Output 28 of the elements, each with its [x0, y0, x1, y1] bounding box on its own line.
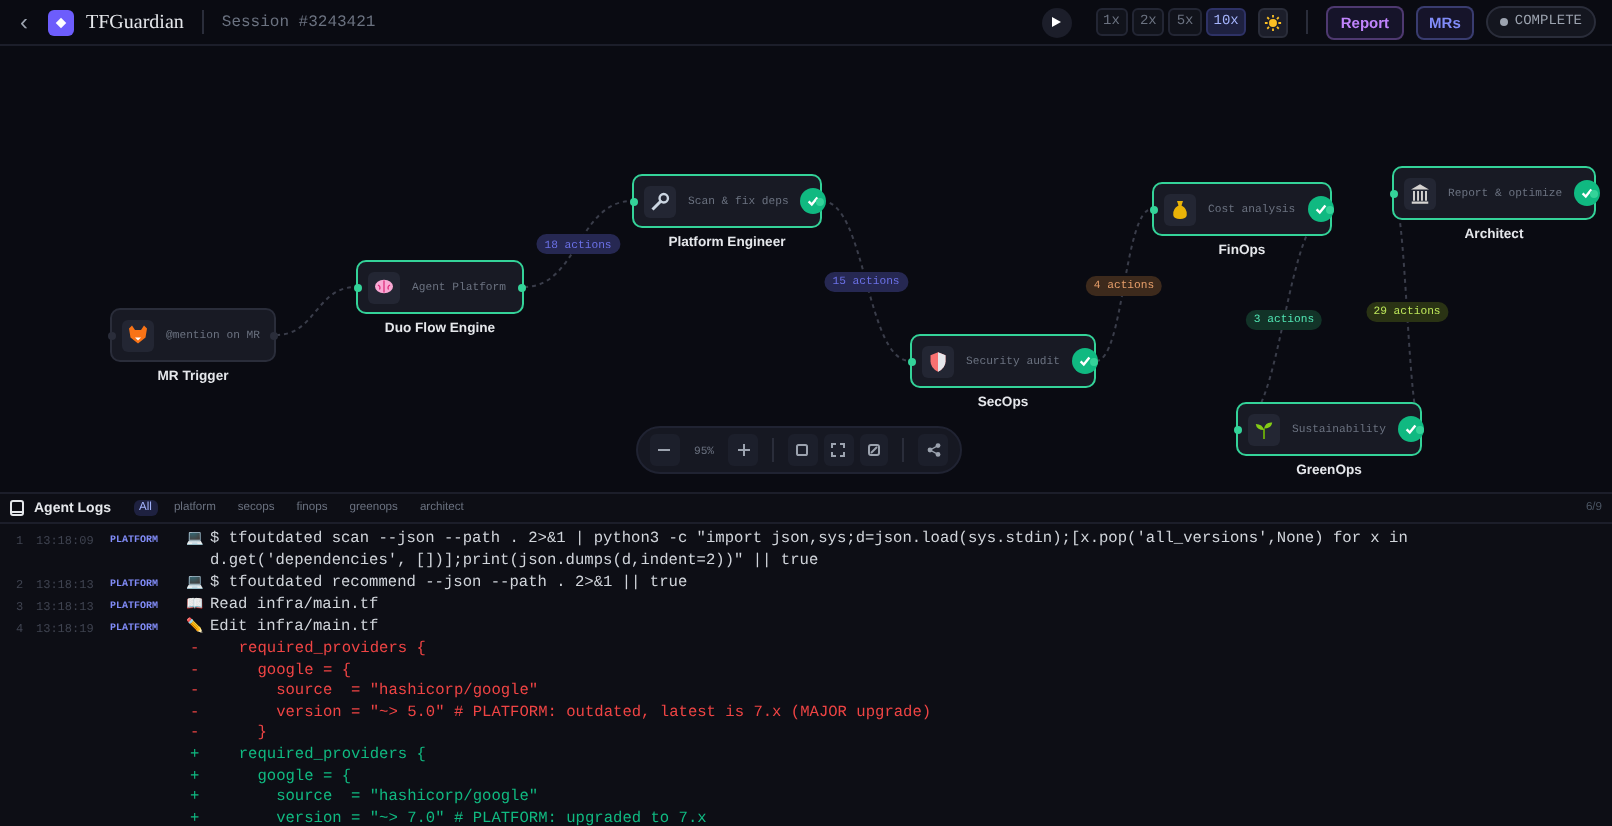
sun-icon: [1264, 13, 1283, 31]
fit-view-icon: [794, 442, 811, 458]
session-id: Session #3243421: [221, 13, 376, 31]
fox-icon: [126, 323, 150, 347]
theme-toggle-button[interactable]: [1258, 7, 1289, 37]
connector-line: [523, 200, 633, 288]
connector-line: [275, 286, 357, 336]
fit-view-button[interactable]: [787, 434, 818, 466]
share-icon: [925, 442, 942, 458]
seedling-icon: [1252, 417, 1276, 441]
back-button[interactable]: ‹: [12, 10, 36, 34]
play-icon: [1050, 16, 1063, 28]
zoom-in-button[interactable]: [728, 434, 759, 466]
share-button[interactable]: [918, 434, 948, 466]
book-icon: [10, 500, 24, 516]
app-name: TFGuardian: [86, 11, 184, 33]
classical-building-icon: [1408, 181, 1432, 205]
shield-icon: [926, 349, 950, 373]
brain-icon: [372, 275, 396, 299]
fullscreen-icon: [830, 442, 847, 458]
zoom-out-button[interactable]: [650, 434, 680, 466]
app-logo-icon: [48, 9, 74, 35]
zoom-in-icon: [735, 442, 752, 458]
play-button[interactable]: [1041, 7, 1072, 37]
fullscreen-button[interactable]: [823, 434, 854, 466]
money-bag-icon: [1168, 197, 1192, 221]
reset-view-button[interactable]: [859, 434, 889, 466]
reset-view-icon: [865, 442, 882, 458]
